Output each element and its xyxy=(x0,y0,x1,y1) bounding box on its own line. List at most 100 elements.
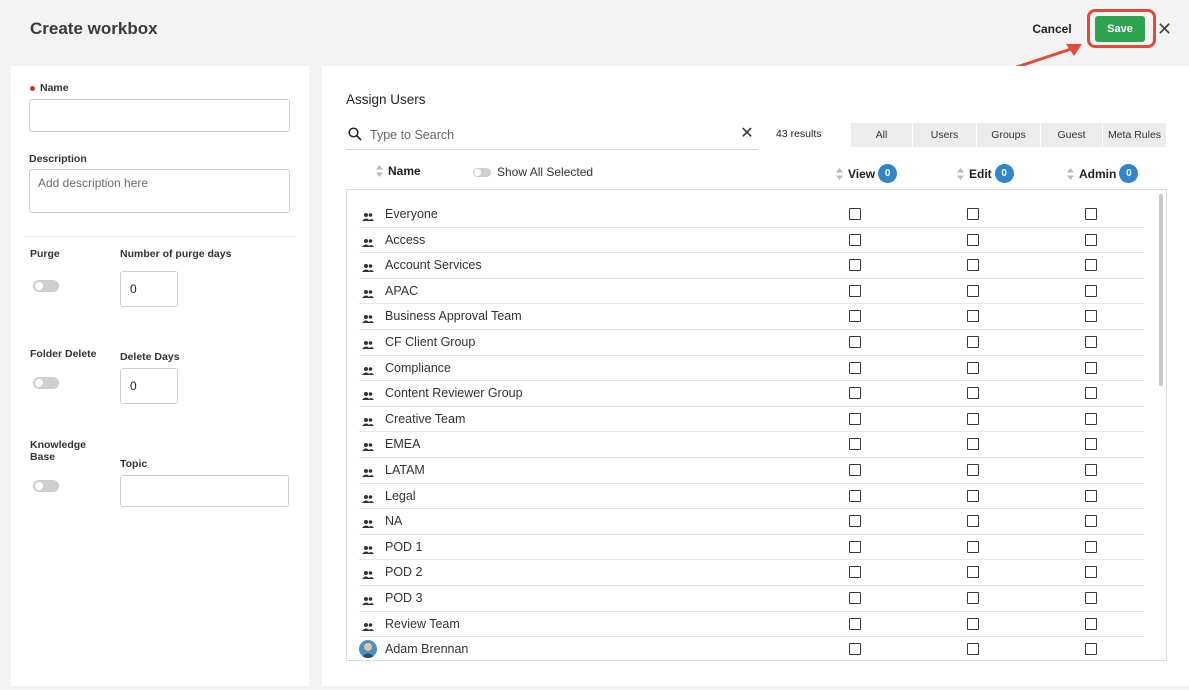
edit-checkbox[interactable] xyxy=(967,387,979,400)
column-header-edit[interactable]: Edit 0 xyxy=(957,164,1014,183)
admin-checkbox[interactable] xyxy=(1085,592,1097,604)
edit-checkbox[interactable] xyxy=(967,259,979,272)
edit-checkbox[interactable] xyxy=(967,361,979,374)
list-item-label: Review Team xyxy=(385,616,460,631)
view-checkbox[interactable] xyxy=(849,387,861,400)
list-item: POD 2 xyxy=(359,560,1144,586)
edit-checkbox[interactable] xyxy=(967,566,979,579)
close-icon[interactable]: ✕ xyxy=(1157,19,1172,39)
edit-checkbox[interactable] xyxy=(967,336,979,348)
list-item: Compliance xyxy=(359,356,1144,382)
required-indicator xyxy=(30,86,35,91)
view-checkbox[interactable] xyxy=(849,617,861,630)
filter-tab-users[interactable]: Users xyxy=(913,123,977,147)
column-header-view[interactable]: View 0 xyxy=(836,164,898,183)
admin-checkbox[interactable] xyxy=(1085,540,1097,553)
edit-checkbox[interactable] xyxy=(967,438,979,451)
view-checkbox[interactable] xyxy=(849,643,861,656)
edit-checkbox[interactable] xyxy=(967,310,979,323)
view-checkbox[interactable] xyxy=(849,540,861,553)
edit-checkbox[interactable] xyxy=(967,233,979,246)
list-item: NA xyxy=(359,509,1144,535)
knowledge-base-toggle[interactable] xyxy=(33,480,59,492)
edit-checkbox[interactable] xyxy=(967,284,979,297)
name-input[interactable] xyxy=(29,99,290,132)
edit-checkbox[interactable] xyxy=(967,464,979,476)
list-item-label: CF Client Group xyxy=(385,335,476,349)
group-icon xyxy=(362,567,374,580)
view-checkbox[interactable] xyxy=(849,208,861,220)
admin-checkbox[interactable] xyxy=(1085,208,1097,220)
admin-checkbox[interactable] xyxy=(1085,489,1097,502)
admin-checkbox[interactable] xyxy=(1085,566,1097,579)
edit-checkbox[interactable] xyxy=(967,540,979,553)
admin-checkbox[interactable] xyxy=(1085,438,1097,451)
filter-tab-groups[interactable]: Groups xyxy=(977,123,1041,147)
view-checkbox[interactable] xyxy=(849,515,861,528)
edit-checkbox[interactable] xyxy=(967,208,979,220)
edit-checkbox[interactable] xyxy=(967,643,979,656)
edit-checkbox[interactable] xyxy=(967,515,979,528)
purge-toggle[interactable] xyxy=(33,280,59,292)
description-textarea[interactable] xyxy=(29,169,290,213)
filter-tabs: All Users Groups Guest Meta Rules xyxy=(851,123,1166,147)
group-icon xyxy=(362,516,374,529)
view-checkbox[interactable] xyxy=(849,233,861,246)
group-icon xyxy=(362,388,374,401)
show-all-selected-toggle[interactable] xyxy=(473,167,491,177)
topic-input[interactable] xyxy=(120,475,289,507)
workbox-form-panel: Name Description Purge Number of purge d… xyxy=(11,66,309,686)
column-name-label: Name xyxy=(388,164,421,178)
filter-tab-meta-rules[interactable]: Meta Rules xyxy=(1103,123,1166,147)
purge-label: Purge xyxy=(30,248,60,260)
view-checkbox[interactable] xyxy=(849,566,861,579)
view-checkbox[interactable] xyxy=(849,361,861,374)
filter-tab-guest[interactable]: Guest xyxy=(1041,123,1103,147)
admin-checkbox[interactable] xyxy=(1085,336,1097,348)
admin-checkbox[interactable] xyxy=(1085,643,1097,656)
admin-checkbox[interactable] xyxy=(1085,617,1097,630)
admin-checkbox[interactable] xyxy=(1085,233,1097,246)
admin-checkbox[interactable] xyxy=(1085,515,1097,528)
purge-days-input[interactable] xyxy=(120,271,178,307)
list-scrollbar[interactable] xyxy=(1159,194,1163,386)
admin-checkbox[interactable] xyxy=(1085,464,1097,476)
admin-checkbox[interactable] xyxy=(1085,412,1097,425)
list-item: Business Approval Team xyxy=(359,304,1144,330)
edit-checkbox[interactable] xyxy=(967,489,979,502)
admin-checkbox[interactable] xyxy=(1085,387,1097,400)
column-header-admin[interactable]: Admin 0 xyxy=(1067,164,1139,183)
view-checkbox[interactable] xyxy=(849,284,861,297)
header: Create workbox Cancel Save ✕ xyxy=(0,0,1189,82)
view-checkbox[interactable] xyxy=(849,310,861,323)
view-checkbox[interactable] xyxy=(849,438,861,451)
view-checkbox[interactable] xyxy=(849,259,861,272)
filter-tab-all[interactable]: All xyxy=(851,123,913,147)
list-item: Review Team xyxy=(359,612,1144,638)
delete-days-input[interactable] xyxy=(120,368,178,404)
admin-checkbox[interactable] xyxy=(1085,361,1097,374)
list-item-label: LATAM xyxy=(385,463,425,477)
column-header-name[interactable]: Name xyxy=(376,164,421,178)
view-checkbox[interactable] xyxy=(849,464,861,476)
view-checkbox[interactable] xyxy=(849,592,861,604)
edit-checkbox[interactable] xyxy=(967,412,979,425)
search-input[interactable] xyxy=(370,126,730,144)
view-checkbox[interactable] xyxy=(849,336,861,348)
list-item-label: Legal xyxy=(385,488,416,503)
list-item: CF Client Group xyxy=(359,330,1144,356)
knowledge-base-label: Knowledge Base xyxy=(30,439,87,463)
admin-count-badge: 0 xyxy=(1119,164,1139,183)
clear-search-icon[interactable]: ✕ xyxy=(739,124,755,144)
edit-checkbox[interactable] xyxy=(967,617,979,630)
view-checkbox[interactable] xyxy=(849,412,861,425)
save-button[interactable]: Save xyxy=(1095,16,1145,42)
admin-checkbox[interactable] xyxy=(1085,259,1097,272)
edit-checkbox[interactable] xyxy=(967,592,979,604)
show-all-selected[interactable]: Show All Selected xyxy=(473,165,593,179)
cancel-button[interactable]: Cancel xyxy=(1025,20,1079,38)
folder-delete-toggle[interactable] xyxy=(33,377,59,389)
view-checkbox[interactable] xyxy=(849,489,861,502)
admin-checkbox[interactable] xyxy=(1085,284,1097,297)
admin-checkbox[interactable] xyxy=(1085,310,1097,323)
